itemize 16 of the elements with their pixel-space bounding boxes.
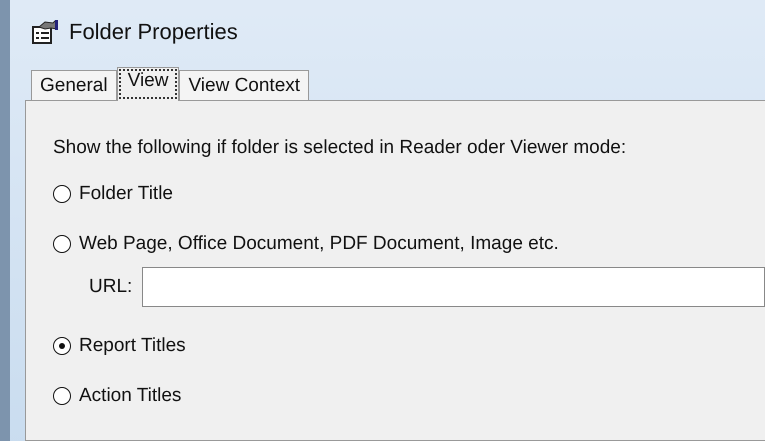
tab[interactable]: View xyxy=(116,67,180,101)
tab[interactable]: View Context xyxy=(179,70,310,100)
radio-button[interactable] xyxy=(53,337,71,355)
tab[interactable]: General xyxy=(31,70,117,100)
option-label[interactable]: Report Titles xyxy=(79,335,186,357)
prompt-text: Show the following if folder is selected in Reader oder Viewer mode: xyxy=(53,137,628,159)
radio-button[interactable] xyxy=(53,387,71,405)
option-label[interactable]: Web Page, Office Document, PDF Document, Image etc. xyxy=(79,233,559,255)
properties-icon xyxy=(31,19,59,45)
option-label[interactable]: Action Titles xyxy=(79,385,182,407)
radio-button[interactable] xyxy=(53,185,71,203)
url-field[interactable] xyxy=(142,267,765,307)
url-label: URL: xyxy=(89,276,132,298)
option-label[interactable]: Folder Title xyxy=(79,183,173,205)
window-title: Folder Properties xyxy=(69,19,238,45)
radio-button[interactable] xyxy=(53,235,71,253)
